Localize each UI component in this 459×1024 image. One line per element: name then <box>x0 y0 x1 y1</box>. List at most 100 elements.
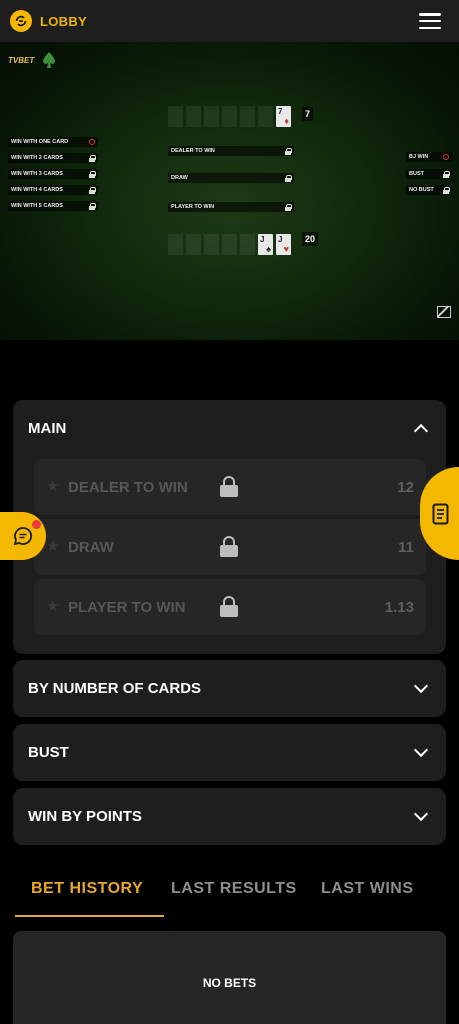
empty-card-slot <box>168 234 183 255</box>
lock-icon <box>220 476 238 497</box>
history-tabs: BET HISTORY LAST RESULTS LAST WINS <box>15 870 445 918</box>
table-bet-label: WIN WITH 5 CARDS <box>8 201 98 211</box>
player-card: J ♠ <box>258 234 273 255</box>
table-bet-label: BJ WIN <box>406 152 452 162</box>
lock-icon <box>220 536 238 557</box>
lobby-button[interactable]: LOBBY <box>10 10 87 32</box>
tab-last-wins[interactable]: LAST WINS <box>321 880 414 898</box>
table-bet-text: DEALER TO WIN <box>171 148 215 154</box>
empty-card-slot <box>222 234 237 255</box>
player-score: 20 <box>302 232 319 246</box>
empty-card-slot <box>186 106 201 127</box>
section-by-number-of-cards[interactable]: BY NUMBER OF CARDS <box>13 660 446 717</box>
card-rank: J <box>278 235 283 244</box>
video-toggle-icon[interactable] <box>437 306 451 318</box>
bet-option-name: DRAW <box>68 538 114 556</box>
dealer-score: 7 <box>302 107 314 121</box>
player-cards: J ♠ J ♥ <box>168 234 291 255</box>
bet-option-name: PLAYER TO WIN <box>68 598 186 616</box>
bet-option-draw[interactable]: ★ DRAW 11 <box>34 519 426 575</box>
table-bet-label: DRAW <box>168 173 294 183</box>
table-bet-label: PLAYER TO WIN <box>168 202 294 212</box>
bet-odds: 12 <box>397 478 414 496</box>
table-bet-text: BUST <box>409 171 424 177</box>
dealer-cards: 7 ♦ <box>168 106 291 127</box>
section-bust[interactable]: BUST <box>13 724 446 781</box>
section-header[interactable]: BUST <box>13 724 446 781</box>
bet-history-panel: NO BETS <box>13 931 446 1024</box>
brand-logo-text: TVBET <box>8 55 35 65</box>
table-bet-label: NO BUST <box>406 185 452 195</box>
main-panel-header[interactable]: MAIN <box>13 400 446 456</box>
hamburger-menu-icon[interactable] <box>419 11 441 31</box>
table-bet-label: BUST <box>406 169 452 179</box>
main-bets-panel: MAIN ★ DEALER TO WIN 12 ★ DRAW 11 ★ PLAY… <box>13 400 446 654</box>
bet-odds: 11 <box>398 538 414 556</box>
chevron-down-icon[interactable] <box>413 806 429 822</box>
table-bet-text: NO BUST <box>409 187 434 193</box>
lock-icon <box>89 186 96 194</box>
tab-last-results[interactable]: LAST RESULTS <box>171 880 297 898</box>
table-bet-label: DEALER TO WIN <box>168 146 294 156</box>
chevron-down-icon[interactable] <box>413 678 429 694</box>
star-icon[interactable]: ★ <box>46 479 59 494</box>
chevron-up-icon[interactable] <box>413 423 429 438</box>
star-icon[interactable]: ★ <box>46 539 59 554</box>
blocked-icon <box>443 154 449 160</box>
table-bet-text: WIN WITH 4 CARDS <box>11 187 63 193</box>
card-suit: ♠ <box>266 244 271 254</box>
player-card: J ♥ <box>276 234 291 255</box>
card-suit: ♥ <box>283 244 289 254</box>
game-video: TVBET 7 ♦ 7 J ♠ J ♥ 20 WIN WITH ONE CARD… <box>0 42 459 340</box>
table-bet-label: WIN WITH 3 CARDS <box>8 169 98 179</box>
table-bet-text: BJ WIN <box>409 154 429 160</box>
lock-icon <box>285 203 292 211</box>
empty-card-slot <box>204 106 219 127</box>
empty-card-slot <box>240 234 255 255</box>
section-header[interactable]: BY NUMBER OF CARDS <box>13 660 446 717</box>
table-bet-text: WIN WITH 2 CARDS <box>11 155 63 161</box>
chat-button[interactable] <box>0 512 46 560</box>
lock-icon <box>285 147 292 155</box>
notification-dot <box>32 520 41 529</box>
empty-card-slot <box>186 234 201 255</box>
section-title: BUST <box>28 744 69 761</box>
bet-option-dealer-to-win[interactable]: ★ DEALER TO WIN 12 <box>34 459 426 515</box>
panel-title: MAIN <box>28 419 67 437</box>
star-icon[interactable]: ★ <box>46 599 59 614</box>
chevron-down-icon[interactable] <box>413 742 429 758</box>
tab-bet-history[interactable]: BET HISTORY <box>31 880 143 898</box>
bet-option-player-to-win[interactable]: ★ PLAYER TO WIN 1.13 <box>34 579 426 635</box>
table-bet-label: WIN WITH ONE CARD <box>8 137 98 147</box>
empty-card-slot <box>240 106 255 127</box>
section-header[interactable]: WIN BY POINTS <box>13 788 446 845</box>
table-bet-label: WIN WITH 2 CARDS <box>8 153 98 163</box>
chat-icon <box>13 527 33 546</box>
bet-slip-icon <box>432 503 449 525</box>
empty-card-slot <box>258 106 273 127</box>
provider-brand: TVBET <box>8 52 56 68</box>
table-bet-text: WIN WITH 5 CARDS <box>11 203 63 209</box>
lobby-logo-icon <box>10 10 32 32</box>
lock-icon <box>443 170 450 178</box>
spade-leaf-icon <box>43 52 56 68</box>
section-title: BY NUMBER OF CARDS <box>28 680 202 697</box>
bet-option-name: DEALER TO WIN <box>68 478 188 496</box>
empty-card-slot <box>204 234 219 255</box>
bet-odds: 1.13 <box>384 598 414 616</box>
lock-icon <box>89 170 96 178</box>
top-bar: LOBBY <box>0 0 459 42</box>
table-bet-text: WIN WITH ONE CARD <box>11 139 69 145</box>
lobby-label: LOBBY <box>40 13 87 29</box>
table-bet-text: WIN WITH 3 CARDS <box>11 171 63 177</box>
section-win-by-points[interactable]: WIN BY POINTS <box>13 788 446 845</box>
lock-icon <box>89 154 96 162</box>
lock-icon <box>285 174 292 182</box>
section-title: WIN BY POINTS <box>28 808 142 825</box>
lock-icon <box>89 202 96 210</box>
lock-icon <box>220 596 238 617</box>
card-suit: ♦ <box>284 116 289 126</box>
lock-icon <box>443 186 450 194</box>
active-tab-indicator <box>15 915 164 917</box>
card-rank: J <box>260 235 265 244</box>
